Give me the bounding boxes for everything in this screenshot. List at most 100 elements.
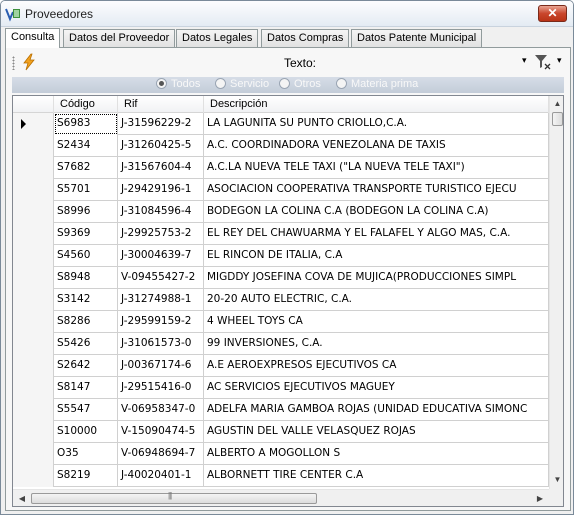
cell-descripcion[interactable]: ALBORNETT TIRE CENTER C.A xyxy=(204,465,549,487)
horizontal-scroll-thumb[interactable] xyxy=(31,491,317,504)
column-header-descripcion[interactable]: Descripción xyxy=(204,96,549,113)
row-indicator[interactable] xyxy=(13,201,54,223)
row-indicator[interactable] xyxy=(13,267,54,289)
row-indicator[interactable] xyxy=(13,333,54,355)
row-indicator[interactable] xyxy=(13,289,54,311)
vertical-scrollbar[interactable]: ▲ ▼ xyxy=(549,96,563,489)
cell-codigo[interactable]: S5426 xyxy=(54,333,118,355)
row-indicator[interactable] xyxy=(13,113,54,135)
row-indicator[interactable] xyxy=(13,311,54,333)
table-row[interactable]: S8286 J-29599159-2 4 WHEEL TOYS CA xyxy=(13,311,549,333)
tab-consulta[interactable]: Consulta xyxy=(5,28,61,48)
cell-descripcion[interactable]: A.E AEROEXPRESOS EJECUTIVOS CA xyxy=(204,355,549,377)
cell-rif[interactable]: V-06958347-0 xyxy=(118,399,204,421)
cell-descripcion[interactable]: EL REY DEL CHAWUARMA Y EL FALAFEL Y ALGO… xyxy=(204,223,549,245)
cell-codigo[interactable]: S8948 xyxy=(54,267,118,289)
cell-descripcion[interactable]: BODEGON LA COLINA C.A (BODEGON LA COLINA… xyxy=(204,201,549,223)
toolbar-grip[interactable] xyxy=(12,56,15,70)
row-indicator[interactable] xyxy=(13,223,54,245)
horizontal-scrollbar[interactable]: ◀ ▶ xyxy=(13,489,549,506)
cell-rif[interactable]: J-31260425-5 xyxy=(118,135,204,157)
cell-codigo[interactable]: S3142 xyxy=(54,289,118,311)
tab-datos-del-proveedor[interactable]: Datos del Proveedor xyxy=(63,29,176,48)
cell-descripcion[interactable]: ASOCIACION COOPERATIVA TRANSPORTE TURIST… xyxy=(204,179,549,201)
table-row[interactable]: S6983 J-31596229-2 LA LAGUNITA SU PUNTO C… xyxy=(13,113,549,135)
cell-rif[interactable]: V-15090474-5 xyxy=(118,421,204,443)
filter-icon[interactable] xyxy=(534,54,552,70)
tab-datos-patente-municipal[interactable]: Datos Patente Municipal xyxy=(351,29,483,48)
cell-rif[interactable]: J-31596229-2 xyxy=(118,113,204,135)
row-indicator[interactable] xyxy=(13,443,54,465)
row-indicator[interactable] xyxy=(13,399,54,421)
table-row[interactable]: S4560 J-30004639-7 EL RINCON DE ITALIA, C… xyxy=(13,245,549,267)
cell-rif[interactable]: J-29515416-0 xyxy=(118,377,204,399)
filter-dropdown-arrow[interactable]: ▾ xyxy=(557,55,562,66)
row-indicator[interactable] xyxy=(13,377,54,399)
cell-codigo[interactable]: S7682 xyxy=(54,157,118,179)
radio-todos[interactable]: Todos xyxy=(156,78,200,92)
cell-codigo[interactable]: O35 xyxy=(54,443,118,465)
cell-codigo[interactable]: S2642 xyxy=(54,355,118,377)
cell-rif[interactable]: V-06948694-7 xyxy=(118,443,204,465)
cell-descripcion[interactable]: EL RINCON DE ITALIA, C.A xyxy=(204,245,549,267)
cell-codigo[interactable]: S6983 xyxy=(54,113,118,135)
table-row[interactable]: O35 V-06948694-7 ALBERTO A MOGOLLON S xyxy=(13,443,549,465)
cell-descripcion[interactable]: ADELFA MARIA GAMBOA ROJAS (UNIDAD EDUCAT… xyxy=(204,399,549,421)
close-button[interactable]: ✕ xyxy=(538,5,567,22)
cell-codigo[interactable]: S5701 xyxy=(54,179,118,201)
cell-rif[interactable]: J-31274988-1 xyxy=(118,289,204,311)
cell-rif[interactable]: J-31061573-0 xyxy=(118,333,204,355)
tab-datos-legales[interactable]: Datos Legales xyxy=(176,29,259,48)
cell-descripcion[interactable]: MIGDDY JOSEFINA COVA DE MUJICA(PRODUCCIO… xyxy=(204,267,549,289)
cell-rif[interactable]: J-29599159-2 xyxy=(118,311,204,333)
cell-codigo[interactable]: S8286 xyxy=(54,311,118,333)
cell-rif[interactable]: J-40020401-1 xyxy=(118,465,204,487)
table-row[interactable]: S3142 J-31274988-1 20-20 AUTO ELECTRIC, C.… xyxy=(13,289,549,311)
table-row[interactable]: S8948 V-09455427-2 MIGDDY JOSEFINA COVA D… xyxy=(13,267,549,289)
row-indicator[interactable] xyxy=(13,421,54,443)
cell-codigo[interactable]: S10000 xyxy=(54,421,118,443)
cell-descripcion[interactable]: 99 INVERSIONES, C.A. xyxy=(204,333,549,355)
row-indicator[interactable] xyxy=(13,135,54,157)
table-row[interactable]: S9369 J-29925753-2 EL REY DEL CHAWUARMA Y… xyxy=(13,223,549,245)
cell-codigo[interactable]: S8219 xyxy=(54,465,118,487)
scroll-left-arrow-icon[interactable]: ◀ xyxy=(15,492,29,505)
cell-descripcion[interactable]: AC SERVICIOS EJECUTIVOS MAGUEY xyxy=(204,377,549,399)
cell-codigo[interactable]: S4560 xyxy=(54,245,118,267)
table-row[interactable]: S8147 J-29515416-0 AC SERVICIOS EJECUTIVOS… xyxy=(13,377,549,399)
table-row[interactable]: S8996 J-31084596-4 BODEGON LA COLINA C.A … xyxy=(13,201,549,223)
column-header-rif[interactable]: Rif xyxy=(118,96,204,113)
tab-datos-compras[interactable]: Datos Compras xyxy=(261,29,350,48)
cell-rif[interactable]: J-31567604-4 xyxy=(118,157,204,179)
cell-rif[interactable]: J-29429196-1 xyxy=(118,179,204,201)
radio-servicio[interactable]: Servicio xyxy=(215,78,269,92)
row-indicator[interactable] xyxy=(13,179,54,201)
table-row[interactable]: S5701 J-29429196-1 ASOCIACION COOPERATIVA… xyxy=(13,179,549,201)
column-header-codigo[interactable]: Código xyxy=(54,96,118,113)
table-row[interactable]: S7682 J-31567604-4 A.C.LA NUEVA TELE TAXI… xyxy=(13,157,549,179)
scroll-down-arrow-icon[interactable]: ▼ xyxy=(551,473,563,487)
row-indicator[interactable] xyxy=(13,355,54,377)
cell-codigo[interactable]: S5547 xyxy=(54,399,118,421)
cell-codigo[interactable]: S8147 xyxy=(54,377,118,399)
radio-otros[interactable]: Otros xyxy=(279,78,321,92)
texto-dropdown-arrow[interactable]: ▾ xyxy=(522,55,527,66)
radio-materia-prima[interactable]: Materia prima xyxy=(336,78,418,92)
cell-codigo[interactable]: S9369 xyxy=(54,223,118,245)
cell-rif[interactable]: J-29925753-2 xyxy=(118,223,204,245)
scroll-right-arrow-icon[interactable]: ▶ xyxy=(533,492,547,505)
cell-codigo[interactable]: S8996 xyxy=(54,201,118,223)
table-row[interactable]: S2642 J-00367174-6 A.E AEROEXPRESOS EJECUT… xyxy=(13,355,549,377)
cell-codigo[interactable]: S2434 xyxy=(54,135,118,157)
cell-descripcion[interactable]: ALBERTO A MOGOLLON S xyxy=(204,443,549,465)
row-indicator[interactable] xyxy=(13,245,54,267)
cell-descripcion[interactable]: A.C. COORDINADORA VENEZOLANA DE TAXIS xyxy=(204,135,549,157)
table-row[interactable]: S8219 J-40020401-1 ALBORNETT TIRE CENTER C… xyxy=(13,465,549,487)
table-row[interactable]: S5426 J-31061573-0 99 INVERSIONES, C.A. xyxy=(13,333,549,355)
cell-descripcion[interactable]: LA LAGUNITA SU PUNTO CRIOLLO,C.A. xyxy=(204,113,549,135)
cell-rif[interactable]: J-31084596-4 xyxy=(118,201,204,223)
table-row[interactable]: S2434 J-31260425-5 A.C. COORDINADORA VENE… xyxy=(13,135,549,157)
cell-descripcion[interactable]: A.C.LA NUEVA TELE TAXI ("LA NUEVA TELE T… xyxy=(204,157,549,179)
cell-rif[interactable]: V-09455427-2 xyxy=(118,267,204,289)
vertical-scroll-thumb[interactable] xyxy=(552,112,563,126)
